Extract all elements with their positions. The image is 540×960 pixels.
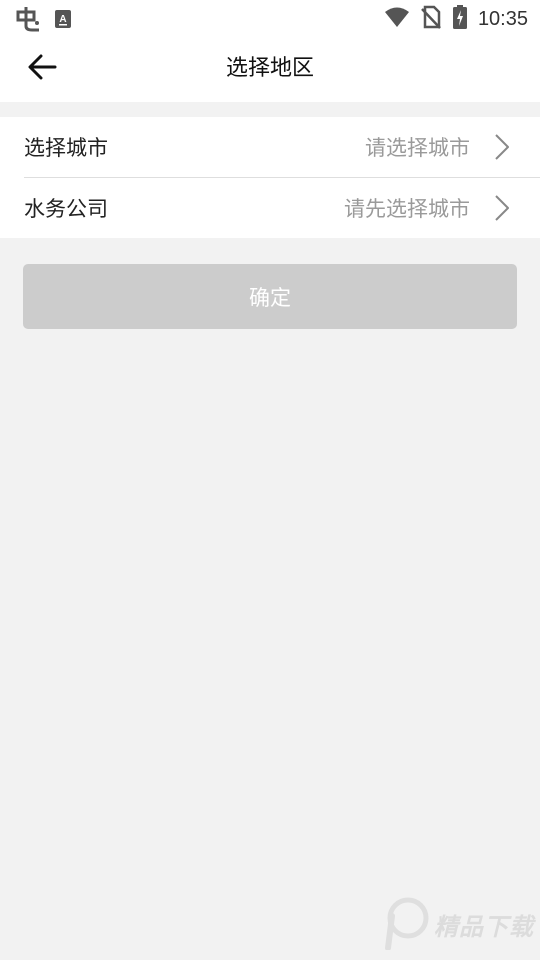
status-right-icons: 10:35 xyxy=(384,4,528,34)
svg-text:A: A xyxy=(59,14,66,25)
region-form: 选择城市 请选择城市 水务公司 请先选择城市 xyxy=(0,117,540,238)
watermark-logo-icon xyxy=(382,894,430,954)
arrow-left-icon xyxy=(27,54,57,84)
confirm-button[interactable]: 确定 xyxy=(23,264,517,329)
status-time: 10:35 xyxy=(477,7,528,30)
no-sim-icon xyxy=(420,5,442,33)
chevron-right-icon xyxy=(492,194,512,222)
screen: A 10:35 选择地区 选择城市 请选择城市 水务公司 请先选择城市 确定 精… xyxy=(0,0,540,960)
select-city-label: 选择城市 xyxy=(24,136,108,160)
status-left-icons: A xyxy=(14,6,72,36)
back-button[interactable] xyxy=(22,51,62,87)
water-company-row[interactable]: 水务公司 请先选择城市 xyxy=(0,178,540,238)
select-city-row[interactable]: 选择城市 请选择城市 xyxy=(0,117,540,177)
status-bar: A 10:35 xyxy=(0,0,540,36)
app-bar: 选择地区 xyxy=(0,36,540,102)
keyboard-a-icon: A xyxy=(54,9,72,33)
battery-charging-icon xyxy=(452,4,468,34)
water-company-label: 水务公司 xyxy=(24,197,108,221)
watermark: 精品下载 xyxy=(382,894,534,954)
wifi-icon xyxy=(384,6,410,32)
page-title: 选择地区 xyxy=(225,56,314,81)
chevron-right-icon xyxy=(492,133,512,161)
water-company-value: 请先选择城市 xyxy=(344,197,470,221)
app-notification-icon xyxy=(14,6,42,36)
watermark-text: 精品下载 xyxy=(434,912,534,941)
select-city-value: 请选择城市 xyxy=(365,136,470,160)
